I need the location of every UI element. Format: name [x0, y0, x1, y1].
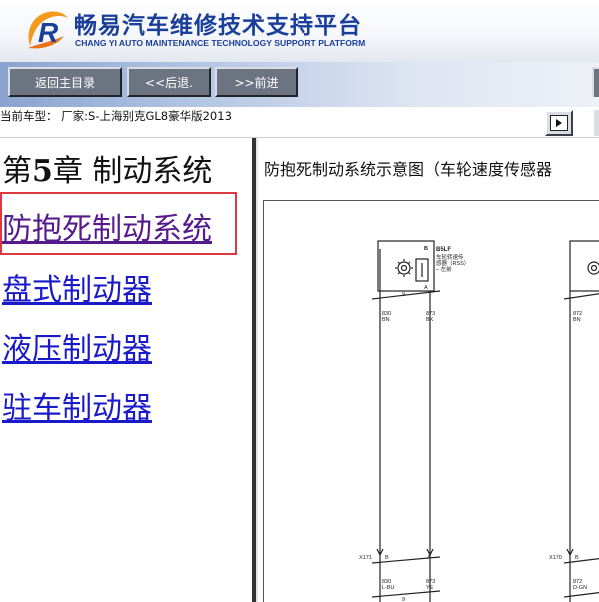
back-button[interactable]: <<后退. [127, 67, 211, 97]
svg-text:感器（RSS）: 感器（RSS） [436, 259, 469, 267]
brand-name-en: CHANG YI AUTO MAINTENANCE TECHNOLOGY SUP… [75, 38, 366, 48]
wiring-diagram[interactable]: B B5LF 车轮转速传 感器（RSS） – 左前 A 9 830 BN 873… [263, 200, 599, 602]
home-button[interactable]: 返回主目录 [8, 67, 122, 97]
brand-logo-icon: R [28, 11, 68, 49]
logo-letter: R [38, 17, 59, 48]
diagram-title: 防抱死制动系统示意图（车轮速度传感器 [264, 160, 553, 179]
svg-text:D-GN: D-GN [573, 585, 587, 591]
menu-item-parking-brake[interactable]: 驻车制动器 [2, 383, 152, 427]
svg-text:X171: X171 [359, 555, 372, 561]
svg-text:车轮转速传: 车轮转速传 [436, 253, 464, 261]
svg-text:A: A [424, 285, 428, 291]
svg-text:B: B [424, 246, 428, 252]
toolbar-overflow-button[interactable] [592, 67, 599, 97]
wiring-diagram-svg: B B5LF 车轮转速传 感器（RSS） – 左前 A 9 830 BN 873… [359, 240, 599, 602]
svg-text:9: 9 [402, 597, 405, 602]
divider [0, 137, 599, 138]
arrow-right-icon [556, 119, 562, 127]
menu-item-disc-brake[interactable]: 盘式制动器 [2, 265, 152, 309]
svg-text:– 左前: – 左前 [436, 265, 452, 273]
menu-item-hydraulic-brake[interactable]: 液压制动器 [2, 324, 152, 368]
svg-text:A: A [427, 555, 431, 561]
current-vehicle-label: 当前车型： 厂家:S-上海别克GL8豪华版2013 [0, 109, 232, 123]
svg-text:BN: BN [382, 317, 390, 323]
svg-text:9: 9 [402, 292, 405, 298]
forward-button[interactable]: >>前进 [215, 67, 298, 97]
svg-text:B: B [385, 555, 389, 561]
next-page-button[interactable] [545, 110, 573, 136]
brand-name-cn: 畅易汽车维修技术支持平台 [74, 13, 362, 39]
svg-text:B: B [575, 555, 579, 561]
frame-splitter-edge [256, 138, 258, 602]
svg-text:YE: YE [426, 585, 434, 591]
svg-text:X170: X170 [549, 555, 562, 561]
app-header: R 畅易汽车维修技术支持平台 CHANG YI AUTO MAINTENANCE… [0, 0, 599, 62]
svg-text:B5LF: B5LF [436, 247, 451, 253]
toolbar: 返回主目录 <<后退. >>前进 [0, 62, 599, 107]
svg-text:BN: BN [573, 317, 581, 323]
svg-text:L-BU: L-BU [382, 585, 395, 591]
svg-text:BK: BK [426, 317, 434, 323]
menu-item-abs[interactable]: 防抱死制动系统 [2, 204, 212, 248]
nav-overflow-button[interactable] [592, 110, 599, 136]
chapter-title: 第5章 制动系统 [2, 154, 213, 189]
